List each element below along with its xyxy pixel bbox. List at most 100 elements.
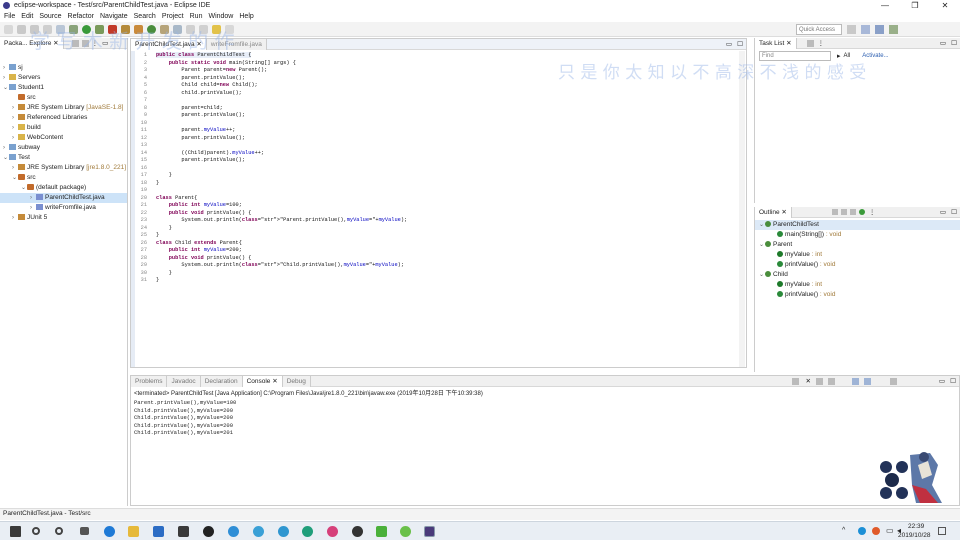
task-view-icon[interactable] [80, 527, 89, 535]
menu-project[interactable]: Project [162, 13, 184, 20]
outline-item[interactable]: printValue() : void [755, 260, 960, 270]
code-line[interactable]: public void printValue() { [156, 210, 252, 216]
search-icon[interactable] [32, 527, 40, 535]
tree-item[interactable]: › ParentChildTest.java [0, 193, 127, 203]
code-line[interactable]: System.out.println(class="str">"Parent.p… [156, 217, 407, 223]
notification-icon[interactable] [938, 527, 946, 535]
outline-item[interactable]: ⌄ Parent [755, 240, 960, 250]
tab-declaration[interactable]: Declaration [200, 375, 243, 387]
eclipse-taskbar-icon[interactable] [424, 526, 435, 537]
sort-icon[interactable] [831, 209, 838, 215]
code-line[interactable]: ((Child)parent).myValue++; [156, 150, 264, 156]
minimize-console-icon[interactable]: ▭ [939, 377, 945, 385]
menu-refactor[interactable]: Refactor [68, 13, 94, 20]
code-line[interactable]: class Child extends Parent{ [156, 240, 242, 246]
maximize-console-icon[interactable]: ☐ [950, 377, 956, 385]
tree-item[interactable]: ⌄ (default package) [0, 183, 127, 193]
expand-toggle-icon[interactable]: ⌄ [759, 270, 765, 280]
menu-navigate[interactable]: Navigate [100, 13, 128, 20]
maximize-editor-icon[interactable]: ☐ [737, 40, 743, 48]
terminate-icon[interactable] [792, 377, 799, 385]
remove-launch-icon[interactable]: ✕ [806, 377, 811, 385]
tree-item[interactable]: › JRE System Library [jre1.8.0_221] [0, 163, 127, 173]
tree-item[interactable]: ⌄ Test [0, 153, 127, 163]
new-task-icon[interactable] [806, 39, 814, 47]
menu-run[interactable]: Run [190, 13, 203, 20]
tray-app-icon[interactable] [858, 527, 866, 535]
code-line[interactable]: parent.printValue(); [156, 112, 245, 118]
menu-edit[interactable]: Edit [21, 13, 33, 20]
code-line[interactable]: child.printValue(); [156, 90, 241, 96]
tab-javadoc[interactable]: Javadoc [167, 375, 201, 387]
scroll-lock-icon[interactable] [828, 377, 835, 385]
code-line[interactable]: } [156, 270, 172, 276]
tree-item[interactable]: › sj [0, 63, 127, 73]
editor-scrollbar[interactable] [739, 51, 745, 367]
code-line[interactable]: public int myValue=200; [156, 247, 242, 253]
expand-toggle-icon[interactable]: ⌄ [759, 240, 765, 250]
quick-access-field[interactable]: Quick Access [796, 24, 842, 35]
code-line[interactable]: class Parent{ [156, 195, 197, 201]
task-view-menu-icon[interactable]: ⋮ [818, 39, 825, 47]
maximize-outline-icon[interactable]: ☐ [951, 208, 957, 216]
pin-console-icon[interactable] [852, 377, 859, 385]
console-output[interactable]: Parent.printValue(),myValue=100 Child.pri… [134, 399, 956, 437]
menu-help[interactable]: Help [239, 13, 253, 20]
photos-icon[interactable] [178, 526, 189, 537]
windows-start-icon[interactable] [10, 526, 21, 537]
browser-icon[interactable] [228, 526, 239, 537]
tree-item[interactable]: › subway [0, 143, 127, 153]
open-perspective-icon[interactable] [847, 25, 856, 34]
code-line[interactable]: } [156, 180, 159, 186]
tab-console[interactable]: Console ✕ [242, 375, 283, 387]
code-line[interactable]: public void printValue() { [156, 255, 252, 261]
code-line[interactable]: Parent parent=new Parent(); [156, 67, 267, 73]
clear-console-icon[interactable] [816, 377, 823, 385]
code-line[interactable]: parent.printValue(); [156, 75, 245, 81]
cortana-icon[interactable] [55, 527, 63, 535]
tray-overflow-icon[interactable]: ^ [842, 527, 845, 534]
code-line[interactable]: parent=child; [156, 105, 222, 111]
menu-window[interactable]: Window [208, 13, 233, 20]
code-area[interactable]: 1 public class ParentChildTest {2 public … [135, 52, 735, 352]
tree-item[interactable]: src [0, 93, 127, 103]
code-line[interactable]: System.out.println(class="str">"Child.pr… [156, 262, 404, 268]
code-line[interactable]: public static void main(String[] args) { [156, 60, 296, 66]
code-line[interactable]: } [156, 232, 159, 238]
tree-item[interactable]: › build [0, 123, 127, 133]
minimize-editor-icon[interactable]: ▭ [726, 40, 732, 48]
tree-item[interactable]: › Servers [0, 73, 127, 83]
minimize-button[interactable]: — [870, 0, 900, 11]
explorer-icon[interactable] [128, 526, 139, 537]
network-icon[interactable]: ▭ [886, 526, 894, 535]
debug-perspective-icon[interactable] [889, 25, 898, 34]
tree-item[interactable]: › Referenced Libraries [0, 113, 127, 123]
edge-icon[interactable] [104, 526, 115, 537]
code-line[interactable]: parent.printValue(); [156, 157, 245, 163]
menu-file[interactable]: File [4, 13, 15, 20]
close-button[interactable]: ✕ [930, 0, 960, 11]
open-console-icon[interactable] [890, 377, 897, 385]
minimize-outline-icon[interactable]: ▭ [940, 208, 946, 216]
minimize-tasks-icon[interactable]: ▭ [940, 39, 946, 47]
display-console-icon[interactable] [864, 377, 871, 385]
code-line[interactable]: parent.printValue(); [156, 135, 245, 141]
hide-nonpublic-icon[interactable] [858, 209, 865, 215]
java-perspective-icon[interactable] [875, 25, 884, 34]
code-line[interactable]: Child child=new Child(); [156, 82, 257, 88]
menu-search[interactable]: Search [134, 13, 156, 20]
store-icon[interactable] [153, 526, 164, 537]
outline-tab[interactable]: Outline ✕ [755, 206, 792, 218]
tree-item[interactable]: › JUnit 5 [0, 213, 127, 223]
outline-view-menu-icon[interactable]: ⋮ [869, 208, 876, 216]
code-line[interactable]: } [156, 277, 159, 283]
java-ee-perspective-icon[interactable] [861, 25, 870, 34]
task-list-tab[interactable]: Task List ✕ [755, 37, 797, 49]
desktop-character-widget[interactable] [872, 445, 952, 507]
outline-item[interactable]: main(String[]) : void [755, 230, 960, 240]
tree-item[interactable]: ⌄ Student1 [0, 83, 127, 93]
tree-item[interactable]: › WebContent [0, 133, 127, 143]
app-icon-green[interactable] [278, 526, 289, 537]
outline-item[interactable]: myValue : int [755, 280, 960, 290]
tab-problems[interactable]: Problems [131, 375, 168, 387]
